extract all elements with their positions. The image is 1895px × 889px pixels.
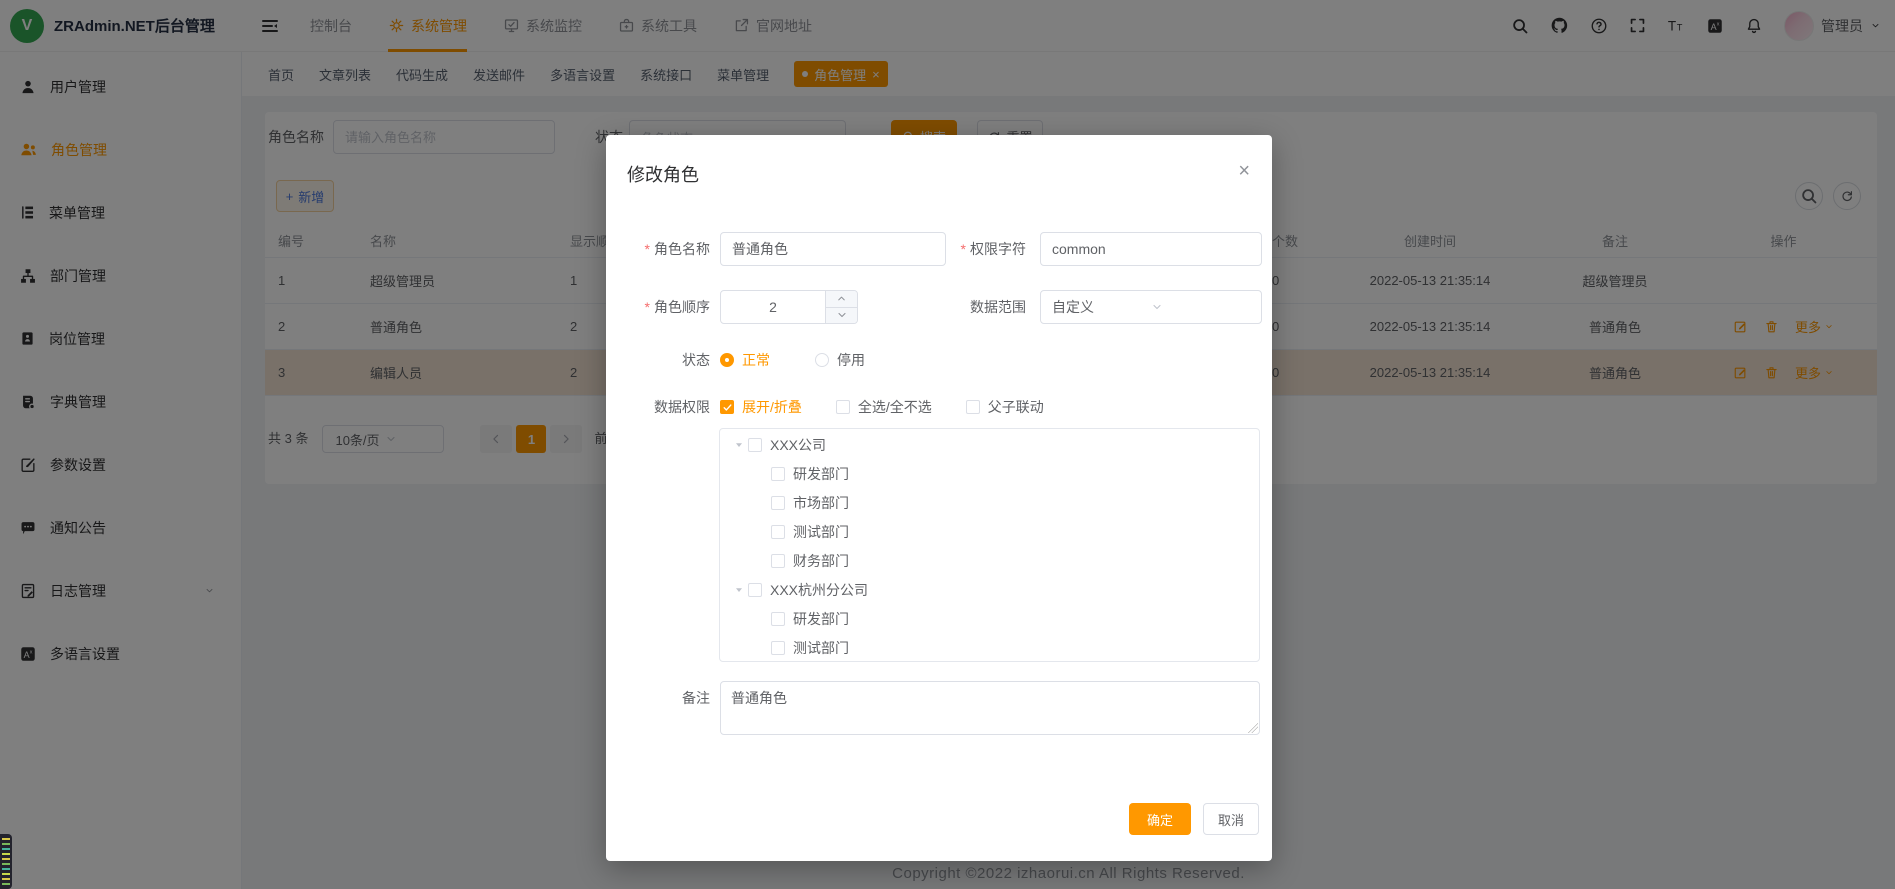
status-radio-group: 正常 停用 <box>720 350 865 370</box>
status-radio-1[interactable]: 停用 <box>815 350 865 370</box>
radio-label: 停用 <box>837 350 865 370</box>
console-widget[interactable] <box>0 834 12 889</box>
status-label: 状态 <box>606 343 716 377</box>
checkbox[interactable] <box>771 554 785 568</box>
tree-node-label: 市场部门 <box>793 493 849 513</box>
checkbox-label: 父子联动 <box>988 397 1044 417</box>
tree-node-label: XXX杭州分公司 <box>770 580 868 600</box>
checkbox <box>720 400 734 414</box>
tree-node-1[interactable]: XXX杭州分公司 <box>720 575 1259 604</box>
role-name-label: *角色名称 <box>606 232 716 266</box>
perm-char-input[interactable] <box>1040 232 1262 266</box>
data-scope-label: 数据范围 <box>926 290 1032 324</box>
tree-node-0-child-3[interactable]: 财务部门 <box>720 546 1259 575</box>
perm-char-label: *权限字符 <box>926 232 1032 266</box>
radio-circle <box>720 353 734 367</box>
decrease-button[interactable] <box>826 308 857 324</box>
required-asterisk: * <box>961 241 966 257</box>
app-root: V ZRAdmin.NET后台管理 控制台系统管理系统监控系统工具官网地址 TT… <box>0 0 1895 889</box>
checkbox[interactable] <box>748 583 762 597</box>
checkbox[interactable] <box>771 525 785 539</box>
checkbox[interactable] <box>771 612 785 626</box>
tree-node-label: 财务部门 <box>793 551 849 571</box>
checkbox <box>836 400 850 414</box>
console-stripes <box>2 838 10 885</box>
data-scope-select[interactable]: 自定义 <box>1040 290 1262 324</box>
tree-node-0[interactable]: XXX公司 <box>720 430 1259 459</box>
dialog-title: 修改角色 <box>627 161 699 187</box>
tree-node-label: XXX公司 <box>770 435 826 455</box>
checkbox[interactable] <box>771 496 785 510</box>
remark-label: 备注 <box>606 681 716 715</box>
role-order-value: 2 <box>721 291 825 323</box>
tree-node-0-child-1[interactable]: 市场部门 <box>720 488 1259 517</box>
tree-caret-icon[interactable] <box>733 585 745 595</box>
edit-role-dialog: 修改角色 × *角色名称 *权限字符 *角色顺序 2 数据范围 自定义 状态 正… <box>606 135 1272 861</box>
department-tree: XXX公司研发部门市场部门测试部门财务部门XXX杭州分公司研发部门测试部门 <box>719 428 1260 662</box>
chevron-down-icon <box>1151 301 1250 313</box>
remark-textarea[interactable]: 普通角色 <box>720 681 1260 735</box>
role-order-number-input[interactable]: 2 <box>720 290 858 324</box>
cancel-button[interactable]: 取消 <box>1203 803 1259 835</box>
tree-node-0-child-0[interactable]: 研发部门 <box>720 459 1259 488</box>
increase-button[interactable] <box>826 291 857 308</box>
tree-node-1-child-0[interactable]: 研发部门 <box>720 604 1259 633</box>
checkbox-label: 全选/全不选 <box>858 397 932 417</box>
tree-node-0-child-2[interactable]: 测试部门 <box>720 517 1259 546</box>
checkbox-label: 展开/折叠 <box>742 397 802 417</box>
tree-node-1-child-1[interactable]: 测试部门 <box>720 633 1259 662</box>
status-radio-0[interactable]: 正常 <box>720 350 770 370</box>
role-name-input[interactable] <box>720 232 946 266</box>
close-icon[interactable]: × <box>1238 161 1250 181</box>
data-perm-checkboxes: 展开/折叠 全选/全不选 父子联动 <box>720 397 1078 417</box>
required-asterisk: * <box>645 241 650 257</box>
perm-checkbox-2[interactable]: 父子联动 <box>966 397 1044 417</box>
role-order-label: *角色顺序 <box>606 290 716 324</box>
required-asterisk: * <box>645 299 650 315</box>
number-stepper <box>825 291 857 323</box>
checkbox[interactable] <box>748 438 762 452</box>
tree-node-label: 研发部门 <box>793 609 849 629</box>
tree-node-label: 研发部门 <box>793 464 849 484</box>
tree-node-label: 测试部门 <box>793 522 849 542</box>
data-perm-label: 数据权限 <box>606 390 716 424</box>
radio-circle <box>815 353 829 367</box>
tree-caret-icon[interactable] <box>733 440 745 450</box>
perm-checkbox-0[interactable]: 展开/折叠 <box>720 397 802 417</box>
confirm-button[interactable]: 确定 <box>1129 803 1191 835</box>
dialog-footer: 确定 取消 <box>606 803 1272 835</box>
checkbox[interactable] <box>771 467 785 481</box>
checkbox[interactable] <box>771 641 785 655</box>
radio-label: 正常 <box>742 350 770 370</box>
data-scope-value: 自定义 <box>1052 297 1151 317</box>
perm-checkbox-1[interactable]: 全选/全不选 <box>836 397 932 417</box>
tree-node-label: 测试部门 <box>793 638 849 658</box>
checkbox <box>966 400 980 414</box>
